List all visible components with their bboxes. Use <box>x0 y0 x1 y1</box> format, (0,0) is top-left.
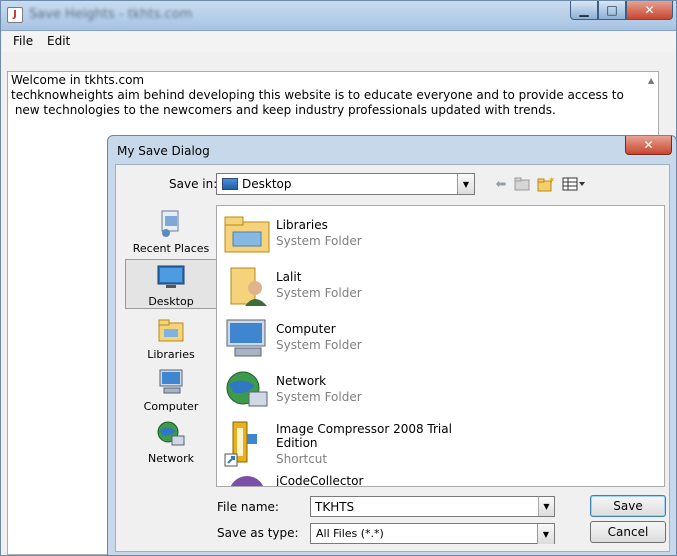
file-name-line-2: Edition <box>276 436 318 450</box>
new-folder-icon: ✶ <box>537 176 555 192</box>
file-type: System Folder <box>276 286 362 300</box>
svg-text:✶: ✶ <box>548 176 555 186</box>
place-network[interactable]: Network <box>125 417 217 467</box>
file-item-lalit[interactable]: Lalit System Folder <box>223 260 643 308</box>
file-name: Computer <box>276 322 336 336</box>
cancel-button[interactable]: Cancel <box>590 521 666 543</box>
file-name: Image Compressor 2008 Trial Edition <box>276 422 452 450</box>
computer-icon <box>223 316 271 360</box>
up-folder-button[interactable] <box>513 175 531 193</box>
place-computer[interactable]: Computer <box>125 365 217 415</box>
minimize-button[interactable]: ▁ <box>570 1 598 20</box>
close-icon: ✕ <box>643 138 654 152</box>
place-label: Network <box>148 452 194 465</box>
file-item-computer[interactable]: Computer System Folder <box>223 312 643 360</box>
arrow-left-icon: ⬅ <box>495 176 507 192</box>
editor-text: Welcome in tkhts.com techknowheights aim… <box>11 73 624 117</box>
user-folder-icon <box>223 264 271 308</box>
close-icon: ✕ <box>644 3 655 17</box>
place-label: Libraries <box>147 348 195 361</box>
chevron-down-icon[interactable]: ▼ <box>457 174 474 194</box>
dialog-close-button[interactable]: ✕ <box>625 136 672 155</box>
file-type: System Folder <box>276 390 362 404</box>
save-as-type-label: Save as type: <box>217 526 299 540</box>
up-folder-icon <box>514 177 530 191</box>
file-list[interactable]: Libraries System Folder Lalit System Fol… <box>216 205 665 487</box>
chevron-down-icon[interactable]: ▼ <box>537 524 554 544</box>
main-window-title: Save Heights - tkhts.com <box>29 7 193 22</box>
main-titlebar[interactable]: J Save Heights - tkhts.com ▁ □ ✕ <box>1 1 676 31</box>
place-label: Desktop <box>148 295 194 308</box>
save-button[interactable]: Save <box>590 495 666 517</box>
menubar: File Edit <box>2 32 676 52</box>
file-item-network[interactable]: Network System Folder <box>223 364 643 412</box>
view-menu-button[interactable] <box>561 175 587 193</box>
dialog-body: Save in: Desktop ▼ ⬅ ✶ Recent Places Des… <box>115 164 670 552</box>
close-button[interactable]: ✕ <box>626 1 673 20</box>
recent-places-icon <box>156 209 186 239</box>
details-view-icon <box>562 177 585 191</box>
file-type: System Folder <box>276 234 362 248</box>
menu-edit[interactable]: Edit <box>47 34 70 48</box>
menu-file[interactable]: File <box>13 34 33 48</box>
editor-scroll-up-icon[interactable]: ▲ <box>648 76 654 85</box>
maximize-button[interactable]: □ <box>598 1 626 20</box>
file-name-input[interactable] <box>310 496 555 517</box>
file-name-label: File name: <box>217 500 279 514</box>
java-app-icon: J <box>7 7 23 23</box>
file-name-line-1: Image Compressor 2008 Trial <box>276 422 452 436</box>
desktop-icon <box>156 262 186 292</box>
network-icon <box>156 419 186 449</box>
shortcut-icon <box>223 420 271 467</box>
save-in-label: Save in: <box>169 177 218 191</box>
save-in-value: Desktop <box>242 177 292 191</box>
file-item-libraries[interactable]: Libraries System Folder <box>223 208 643 256</box>
file-item-jcodecollector[interactable]: jCodeCollector <box>223 468 643 487</box>
computer-icon <box>156 367 186 397</box>
minimize-icon: ▁ <box>579 3 589 17</box>
libraries-icon <box>156 315 186 345</box>
file-name: Libraries <box>276 218 328 232</box>
file-name: Network <box>276 374 327 388</box>
dialog-title: My Save Dialog <box>117 144 210 158</box>
save-as-type-dropdown[interactable]: All Files (*.*) ▼ <box>310 523 555 544</box>
place-recent-places[interactable]: Recent Places <box>125 207 217 257</box>
save-in-dropdown[interactable]: Desktop ▼ <box>216 173 475 195</box>
place-label: Recent Places <box>132 242 210 255</box>
places-bar: Recent Places Desktop Libraries Computer… <box>125 205 217 497</box>
file-name: Lalit <box>276 270 302 284</box>
new-folder-button[interactable]: ✶ <box>537 175 555 193</box>
file-type: System Folder <box>276 338 362 352</box>
desktop-icon <box>222 178 238 190</box>
file-type: Shortcut <box>276 452 328 466</box>
maximize-icon: □ <box>606 3 618 17</box>
place-desktop[interactable]: Desktop <box>125 259 217 309</box>
save-dialog: My Save Dialog ✕ Save in: Desktop ▼ ⬅ ✶ <box>107 135 677 556</box>
place-libraries[interactable]: Libraries <box>125 313 217 363</box>
network-icon <box>223 368 271 412</box>
file-item-image-compressor[interactable]: Image Compressor 2008 Trial Edition Shor… <box>223 416 643 472</box>
place-label: Computer <box>143 400 199 413</box>
libraries-folder-icon <box>223 212 271 256</box>
back-button[interactable]: ⬅ <box>492 175 510 193</box>
save-as-type-value: All Files (*.*) <box>316 527 384 540</box>
chevron-down-icon[interactable]: ▼ <box>538 497 554 516</box>
file-name: jCodeCollector <box>276 474 364 487</box>
app-icon <box>223 472 271 486</box>
